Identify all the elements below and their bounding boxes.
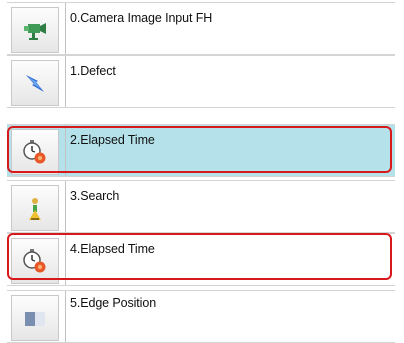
- flow-item-icon-button[interactable]: [11, 238, 59, 284]
- row-separator: [65, 181, 66, 232]
- row-separator: [65, 3, 66, 54]
- flow-item-icon-button[interactable]: [11, 60, 59, 106]
- defect-icon: [26, 75, 44, 92]
- processing-flow-list: 0.Camera Image Input FH 1.Defect 2.Elaps…: [0, 0, 404, 343]
- stopwatch-icon: [23, 249, 46, 273]
- flow-item-label: 3.Search: [70, 189, 120, 203]
- edge-position-icon: [25, 312, 45, 326]
- flow-item-label: 4.Elapsed Time: [70, 242, 155, 256]
- flow-item-elapsed-time-4[interactable]: 4.Elapsed Time: [7, 233, 395, 286]
- flow-item-camera-image-input[interactable]: 0.Camera Image Input FH: [7, 2, 395, 55]
- flow-item-label: 2.Elapsed Time: [70, 133, 155, 147]
- flow-item-label: 1.Defect: [70, 64, 116, 78]
- flow-item-edge-position[interactable]: 5.Edge Position: [7, 290, 395, 343]
- flow-item-label: 5.Edge Position: [70, 296, 157, 310]
- flow-item-defect[interactable]: 1.Defect: [7, 55, 395, 108]
- flow-item-icon-button[interactable]: [11, 7, 59, 53]
- row-separator: [65, 125, 66, 176]
- search-figure-icon: [29, 198, 41, 220]
- row-separator: [65, 234, 66, 285]
- stopwatch-icon: [23, 140, 46, 164]
- flow-item-icon-button[interactable]: [11, 185, 59, 231]
- row-separator: [65, 291, 66, 342]
- flow-item-icon-button[interactable]: [11, 129, 59, 175]
- camera-icon: [24, 23, 46, 40]
- flow-item-label: 0.Camera Image Input FH: [70, 11, 213, 25]
- flow-item-elapsed-time-2[interactable]: 2.Elapsed Time: [7, 124, 395, 177]
- row-separator: [65, 56, 66, 107]
- flow-item-icon-button[interactable]: [11, 295, 59, 341]
- flow-item-search[interactable]: 3.Search: [7, 180, 395, 233]
